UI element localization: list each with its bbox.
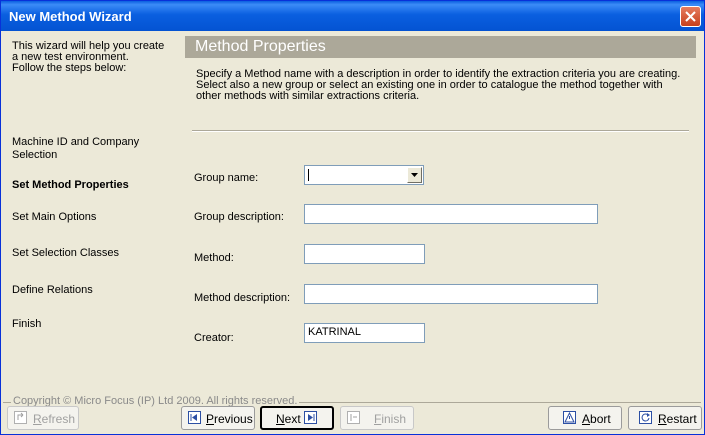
arrow-right-icon xyxy=(304,411,317,424)
restart-button[interactable]: Restart xyxy=(628,406,702,430)
method-description-label: Method description: xyxy=(194,292,290,304)
creator-field[interactable]: KATRINAL xyxy=(304,323,425,343)
step-label: Set Main Options xyxy=(12,211,97,223)
finish-button[interactable]: Finish xyxy=(340,406,414,430)
intro-line: Follow the steps below: xyxy=(12,62,127,74)
close-icon xyxy=(685,11,696,22)
finish-icon xyxy=(347,411,360,424)
step-selection-classes: Set Selection Classes xyxy=(12,247,172,260)
step-label: Define Relations xyxy=(12,284,93,296)
step-machine-id: Machine ID and Company Selection xyxy=(12,136,172,162)
step-label: Set Method Properties xyxy=(12,179,129,191)
abort-label: Abort xyxy=(582,412,611,426)
previous-button[interactable]: Previous xyxy=(181,406,255,430)
group-name-combobox[interactable] xyxy=(304,165,424,185)
refresh-label: Refresh xyxy=(33,412,76,426)
abort-button[interactable]: Abort xyxy=(548,406,622,430)
refresh-icon xyxy=(14,411,27,424)
arrow-left-icon xyxy=(188,411,201,424)
step-label: Finish xyxy=(12,318,42,330)
creator-value: KATRINAL xyxy=(308,326,361,338)
previous-label: Previous xyxy=(206,412,253,426)
text-cursor xyxy=(308,169,309,181)
group-name-label: Group name: xyxy=(194,172,259,184)
wizard-window: New Method Wizard This wizard will help … xyxy=(0,0,705,435)
step-method-properties: Set Method Properties xyxy=(12,179,172,192)
next-button[interactable]: Next xyxy=(260,406,334,430)
section-header: Method Properties xyxy=(185,36,696,58)
step-main-options: Set Main Options xyxy=(12,211,172,224)
restart-icon xyxy=(639,411,652,424)
method-description-field[interactable] xyxy=(304,284,598,304)
section-description: Specify a Method name with a description… xyxy=(196,69,691,102)
close-button[interactable] xyxy=(680,6,701,27)
chevron-down-icon xyxy=(411,173,418,177)
section-title: Method Properties xyxy=(195,38,326,55)
step-label: Set Selection Classes xyxy=(12,247,119,259)
step-define-relations: Define Relations xyxy=(12,284,172,297)
step-label: Selection xyxy=(12,149,58,161)
warning-icon xyxy=(563,411,576,424)
group-name-dropdown-button[interactable] xyxy=(407,167,422,183)
step-finish: Finish xyxy=(12,318,172,331)
creator-label: Creator: xyxy=(194,332,234,344)
next-label: Next xyxy=(276,412,301,426)
title-bar[interactable]: New Method Wizard xyxy=(1,1,704,31)
step-label: Machine ID and Company xyxy=(12,136,140,148)
refresh-button[interactable]: Refresh xyxy=(7,406,79,430)
window-title: New Method Wizard xyxy=(9,9,132,24)
finish-label: Finish xyxy=(374,412,407,426)
method-label: Method: xyxy=(194,252,234,264)
group-description-field[interactable] xyxy=(304,204,598,224)
wizard-intro: This wizard will help you create a new t… xyxy=(12,41,172,74)
separator xyxy=(192,130,689,132)
restart-label: Restart xyxy=(658,412,697,426)
method-field[interactable] xyxy=(304,244,425,264)
group-description-label: Group description: xyxy=(194,211,284,223)
description-line: other methods with similar extractions c… xyxy=(196,90,420,102)
